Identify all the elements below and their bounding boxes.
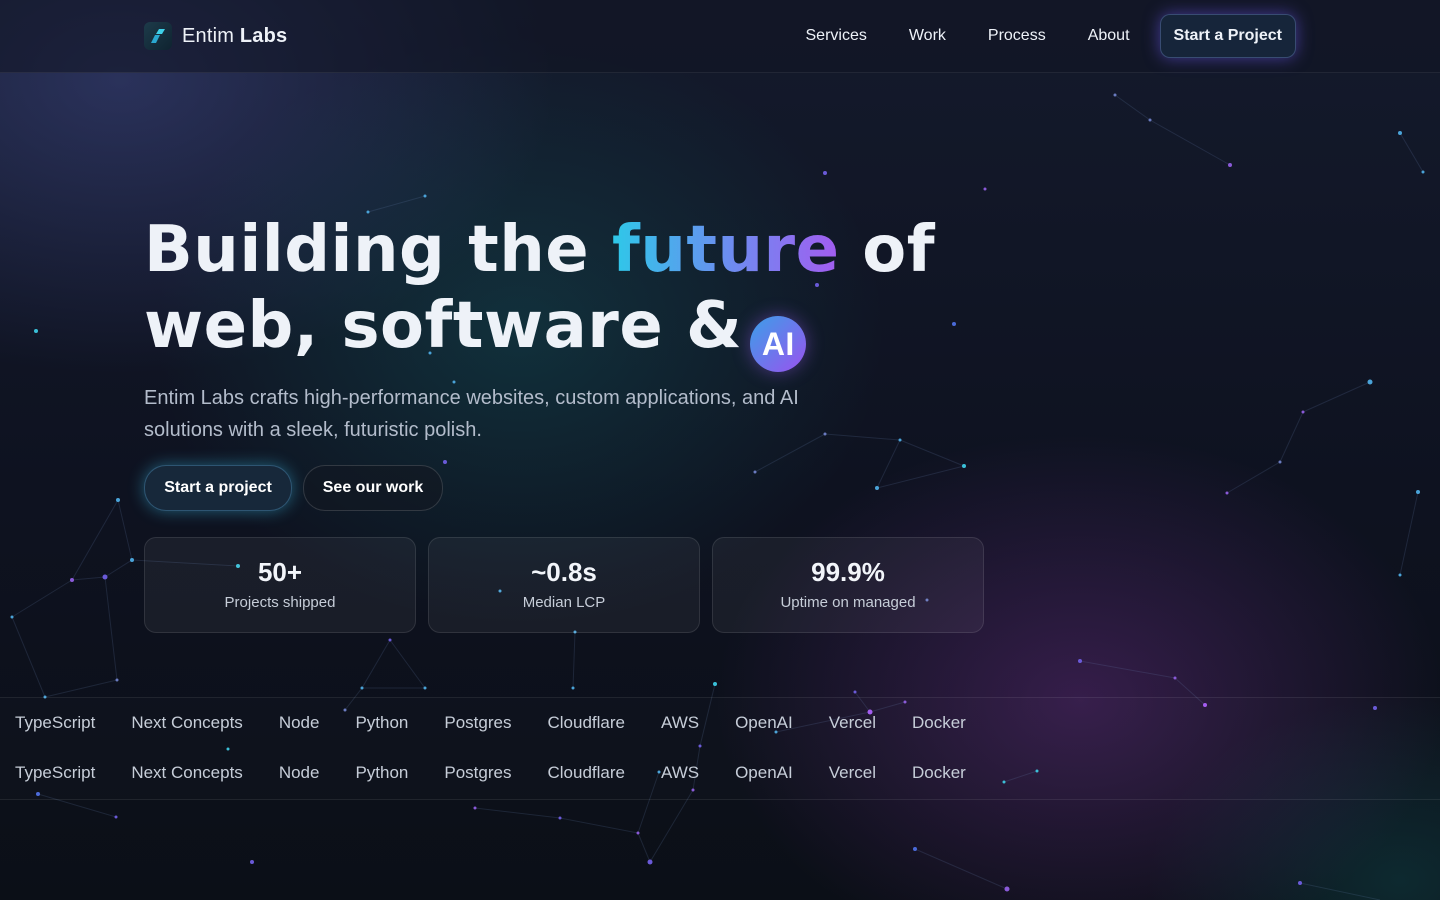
brand-name: Entim Labs — [182, 25, 287, 48]
start-project-nav-button[interactable]: Start a Project — [1159, 14, 1296, 58]
nav-link-services[interactable]: Services — [806, 15, 867, 57]
hero-title-part2: of — [862, 213, 936, 287]
nav-link-work[interactable]: Work — [909, 15, 946, 57]
tech-item: AWS — [660, 763, 700, 782]
top-navbar: Entim Labs Services Work Process About S… — [0, 0, 1440, 73]
tech-item: Node — [278, 763, 320, 782]
tech-item: Python — [355, 763, 409, 782]
hero-title-highlight: future — [611, 213, 840, 287]
brand-name-first: Entim — [182, 24, 235, 47]
tech-item: AWS — [660, 713, 700, 732]
tech-item: Cloudflare — [547, 713, 625, 732]
stat-card-uptime: 99.9% Uptime on managed — [712, 537, 984, 633]
tech-row: TypeScript Next Concepts Node Python Pos… — [15, 763, 1002, 783]
logo-mark-icon — [144, 22, 172, 50]
nav-link-about[interactable]: About — [1088, 15, 1130, 57]
tech-item: Docker — [911, 713, 966, 732]
tech-item: Python — [355, 713, 409, 732]
nav-links: Services Work Process About Start a Proj… — [806, 14, 1296, 58]
stat-label: Uptime on managed — [780, 594, 916, 611]
tech-item: TypeScript — [15, 763, 96, 782]
tech-item: Docker — [911, 763, 966, 782]
hero-heading-block: Building the future of web, software & AI — [144, 212, 935, 372]
hero-title: Building the future of web, software & AI — [144, 212, 935, 372]
tech-item: Vercel — [828, 713, 876, 732]
tech-item: TypeScript — [15, 713, 96, 732]
hero-subtitle: Entim Labs crafts high-performance websi… — [144, 387, 799, 441]
tech-item: Postgres — [444, 763, 512, 782]
see-our-work-button[interactable]: See our work — [303, 465, 443, 511]
brand-name-second: Labs — [239, 24, 288, 47]
stat-label: Median LCP — [522, 594, 606, 611]
nav-link-process[interactable]: Process — [988, 15, 1046, 57]
stat-value: ~0.8s — [531, 557, 597, 587]
tech-item: Next Concepts — [131, 763, 243, 782]
ai-badge-icon: AI — [750, 316, 807, 372]
stat-value: 99.9% — [811, 557, 885, 587]
hero-title-line2: web, software & — [144, 289, 743, 363]
tech-item: Vercel — [828, 763, 876, 782]
tech-stack-marquee: TypeScript Next Concepts Node Python Pos… — [0, 697, 1440, 800]
tech-item: OpenAI — [735, 713, 793, 732]
stat-value: 50+ — [257, 557, 303, 587]
brand-logo[interactable]: Entim Labs — [144, 22, 287, 50]
tech-item: Next Concepts — [131, 713, 243, 732]
stat-card-lcp: ~0.8s Median LCP — [428, 537, 700, 633]
tech-row: TypeScript Next Concepts Node Python Pos… — [15, 713, 1002, 733]
hero-title-part1: Building the — [144, 213, 590, 287]
stat-card-projects: 50+ Projects shipped — [144, 537, 416, 633]
tech-item: Cloudflare — [547, 763, 625, 782]
tech-item: Postgres — [444, 713, 512, 732]
start-project-button[interactable]: Start a project — [144, 465, 292, 511]
tech-item: OpenAI — [735, 763, 793, 782]
stat-label: Projects shipped — [224, 594, 336, 611]
tech-item: Node — [278, 713, 320, 732]
